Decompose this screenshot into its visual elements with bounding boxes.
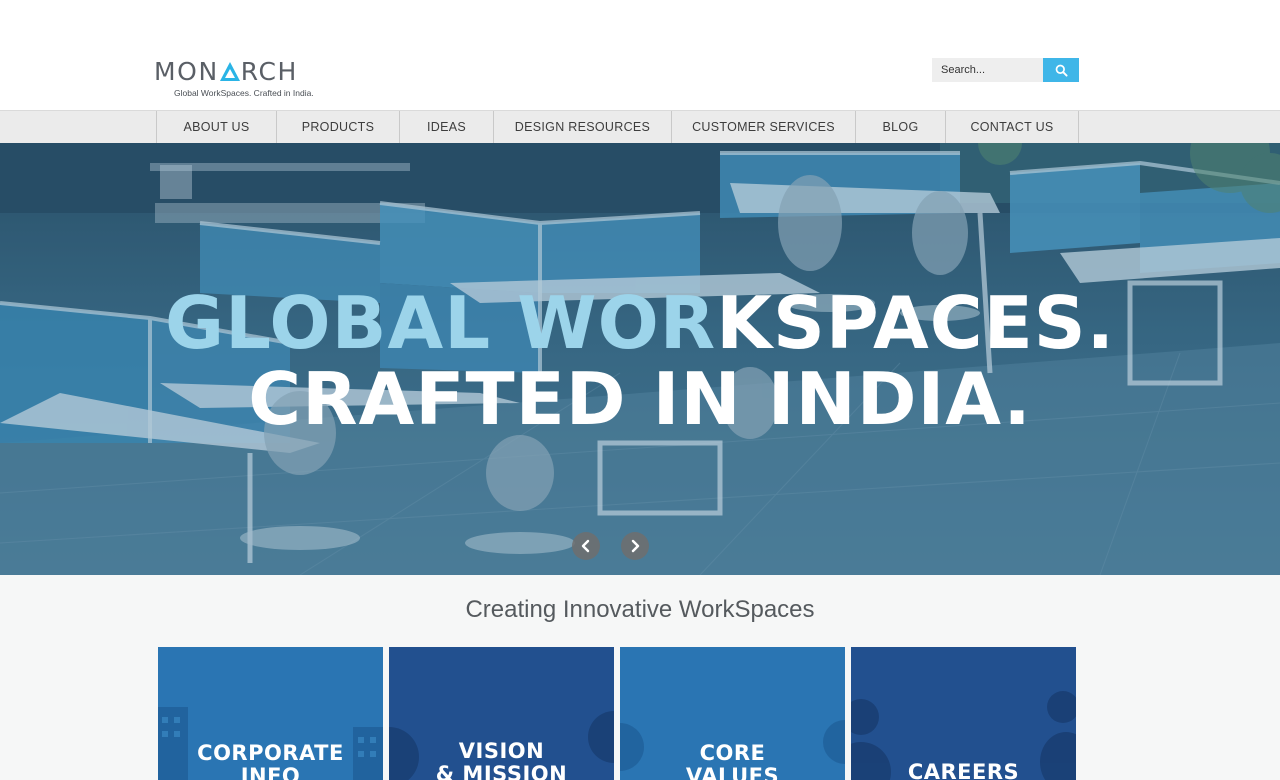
logo-triangle-icon [219, 62, 240, 81]
logo-tagline: Global WorkSpaces. Crafted in India. [174, 88, 314, 98]
tile-corporate-info-line1: CORPORATE [197, 741, 344, 765]
nav-design-resources[interactable]: DESIGN RESOURCES [494, 111, 672, 143]
slider-next-button[interactable] [621, 532, 649, 560]
nav-contact-us[interactable]: CONTACT US [946, 111, 1079, 143]
site-header: MON RCH Global WorkSpaces. Crafted in Ind… [0, 0, 1280, 110]
monarch-logo[interactable]: MON RCH Global WorkSpaces. Crafted in Ind… [154, 57, 344, 99]
nav-blog[interactable]: BLOG [856, 111, 946, 143]
hero-headline-line2: CRAFTED IN INDIA. [248, 357, 1032, 441]
tile-core-values-line1: CORE [699, 741, 766, 765]
search-icon [1055, 64, 1068, 77]
nav-products[interactable]: PRODUCTS [277, 111, 400, 143]
search-box [932, 58, 1079, 82]
tile-corporate-info-line2: INFO [240, 764, 301, 780]
tile-vision-mission-line2: & MISSION [435, 762, 568, 780]
slider-prev-button[interactable] [572, 532, 600, 560]
logo-wordmark: MON RCH [154, 57, 298, 86]
tile-core-values[interactable]: CORE VALUES [620, 647, 845, 780]
tile-vision-mission-line1: VISION [458, 739, 545, 763]
search-button[interactable] [1043, 58, 1079, 82]
tile-vision-mission[interactable]: VISION & MISSION [389, 647, 614, 780]
tile-core-values-line2: VALUES [685, 764, 780, 780]
hero-headline-rest: KSPACES. [716, 281, 1115, 365]
main-nav: ABOUT US PRODUCTS IDEAS DESIGN RESOURCES… [0, 110, 1280, 143]
chevron-right-icon [631, 539, 640, 553]
nav-about-us[interactable]: ABOUT US [157, 111, 277, 143]
nav-ideas[interactable]: IDEAS [400, 111, 494, 143]
tile-careers[interactable]: CAREERS [851, 647, 1076, 780]
tile-careers-label: CAREERS [907, 760, 1020, 780]
chevron-left-icon [581, 539, 590, 553]
hero-slider: GLOBAL WORKSPACES. CRAFTED IN INDIA. [0, 143, 1280, 575]
nav-list: ABOUT US PRODUCTS IDEAS DESIGN RESOURCES… [156, 111, 1079, 143]
search-input[interactable] [932, 58, 1043, 82]
tile-corporate-info[interactable]: CORPORATE INFO [158, 647, 383, 780]
section-title: Creating Innovative WorkSpaces [465, 596, 815, 623]
hero-headline-line1: GLOBAL WORKSPACES. [0, 283, 1280, 363]
nav-customer-services[interactable]: CUSTOMER SERVICES [672, 111, 856, 143]
info-tiles: CORPORATE INFO VISION & MISSION CORE VAL… [158, 647, 1076, 780]
hero-headline-highlight: GLOBAL WOR [165, 281, 717, 365]
